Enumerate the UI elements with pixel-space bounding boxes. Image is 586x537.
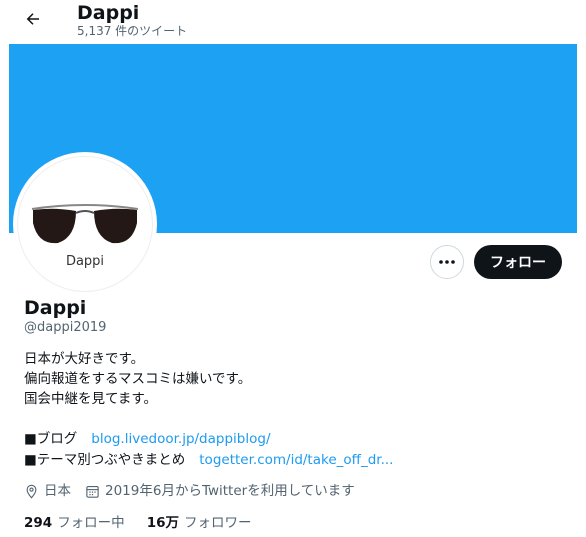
header-title: Dappi — [77, 2, 140, 24]
link-label: ■ブログ — [24, 431, 78, 447]
avatar[interactable]: Dappi — [17, 156, 153, 292]
link-label: ■テーマ別つぶやきまとめ — [24, 452, 186, 468]
tweet-count: 5,137 件のツイート — [77, 24, 188, 38]
followers-count: 16万 — [146, 515, 179, 531]
link-row-togetter: ■テーマ別つぶやきまとめ togetter.com/id/take_off_dr.… — [24, 450, 393, 470]
profile-handle: @dappi2019 — [24, 320, 107, 335]
profile-header: Dappi 5,137 件のツイート — [0, 0, 586, 42]
location-pin-icon — [24, 484, 39, 499]
location-text: 日本 — [44, 483, 71, 499]
togetter-link[interactable]: togetter.com/id/take_off_dr... — [199, 452, 393, 468]
profile-bio: 日本が大好きです。 偏向報道をするマスコミは嫌いです。 国会中継を見てます。 — [24, 349, 251, 409]
back-button[interactable] — [20, 6, 46, 32]
follow-button[interactable]: フォロー — [474, 245, 562, 279]
following-label: フォロー中 — [57, 515, 125, 531]
joined-text: 2019年6月からTwitterを利用しています — [105, 483, 355, 499]
more-horizontal-icon — [439, 260, 455, 264]
follow-counts: 294 フォロー中 16万 フォロワー — [24, 513, 251, 533]
following-count: 294 — [24, 515, 53, 531]
profile-meta: 日本 2019年6月からTwitterを利用しています — [24, 481, 355, 501]
sunglasses-logo: Dappi — [31, 204, 139, 269]
blog-link[interactable]: blog.livedoor.jp/dappiblog/ — [91, 431, 270, 447]
followers-label: フォロワー — [183, 515, 252, 531]
bio-line: 日本が大好きです。 — [24, 351, 145, 367]
bio-line: 国会中継を見てます。 — [24, 391, 157, 407]
calendar-icon — [85, 484, 100, 499]
arrow-left-icon — [26, 13, 39, 25]
profile-name: Dappi — [24, 297, 87, 319]
bio-line: 偏向報道をするマスコミは嫌いです。 — [24, 371, 252, 387]
more-button[interactable] — [430, 245, 464, 279]
following-link[interactable]: 294 フォロー中 — [24, 513, 125, 533]
avatar-text: Dappi — [66, 254, 104, 269]
link-row-blog: ■ブログ blog.livedoor.jp/dappiblog/ — [24, 429, 271, 449]
followers-link[interactable]: 16万 フォロワー — [147, 513, 252, 533]
